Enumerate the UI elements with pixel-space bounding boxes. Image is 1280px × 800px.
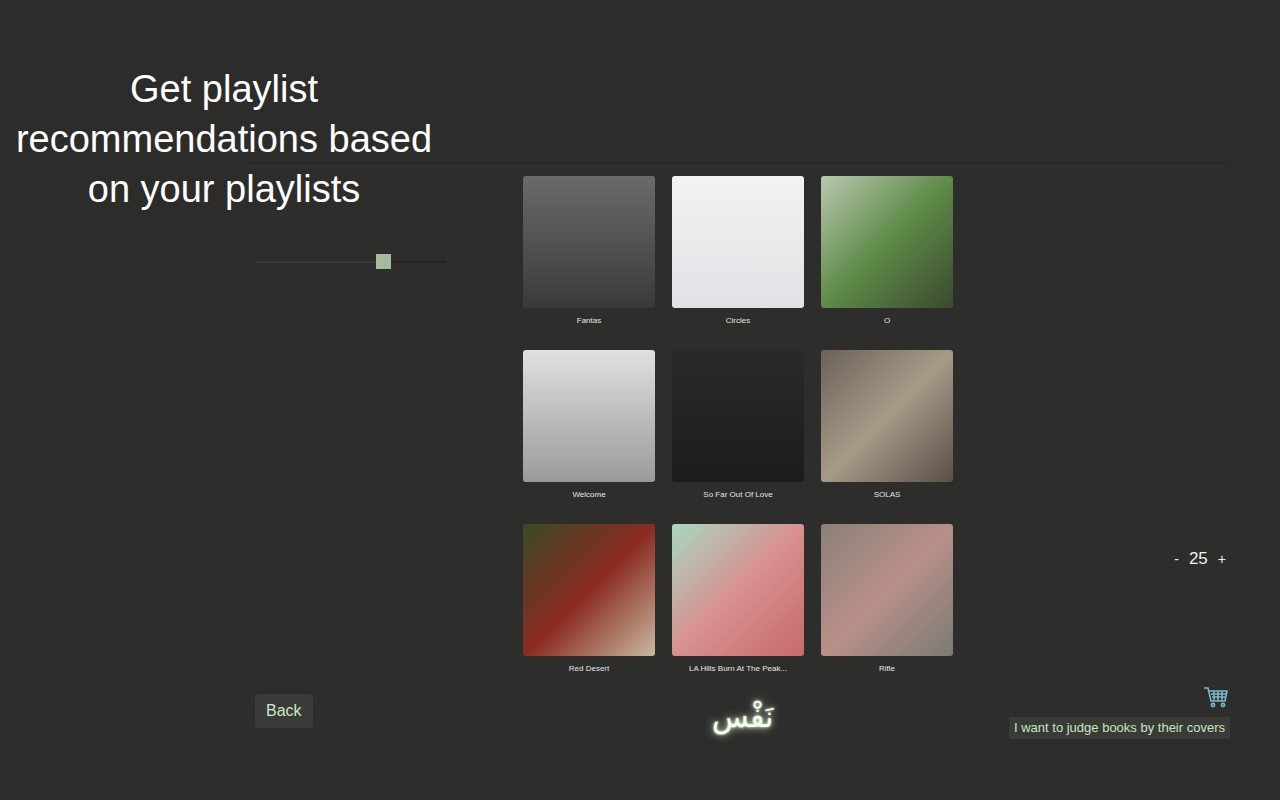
album-card[interactable]: Rifle [821, 524, 953, 676]
album-cover[interactable] [672, 176, 804, 308]
album-cover[interactable] [672, 524, 804, 656]
back-button[interactable]: Back [255, 694, 313, 728]
album-card[interactable]: Red Desert [523, 524, 655, 676]
logo: نَفْس [712, 695, 773, 739]
page-heading: Get playlist recommendations based on yo… [0, 64, 448, 214]
album-title: Circles [668, 314, 808, 328]
album-title: Red Desert [519, 662, 659, 676]
count-value: 25 [1189, 546, 1208, 572]
album-grid: FantasCirclesOWelcomeSo Far Out Of LoveS… [523, 164, 953, 676]
album-card[interactable]: Welcome [523, 350, 655, 502]
album-title: Welcome [519, 488, 659, 502]
count-stepper: -25 + [1174, 442, 1226, 676]
album-card[interactable]: Circles [672, 176, 804, 328]
cart-icon[interactable] [1203, 685, 1229, 709]
album-title: SOLAS [817, 488, 957, 502]
album-title: So Far Out Of Love [668, 488, 808, 502]
album-cover[interactable] [672, 350, 804, 482]
album-card[interactable]: SOLAS [821, 350, 953, 502]
album-card[interactable]: Fantas [523, 176, 655, 328]
album-title: Rifle [817, 662, 957, 676]
album-card[interactable]: So Far Out Of Love [672, 350, 804, 502]
album-cover[interactable] [821, 524, 953, 656]
album-title: LA Hills Burn At The Peak... [668, 662, 808, 676]
minus-button[interactable]: - [1174, 549, 1179, 570]
slider-track[interactable] [256, 261, 446, 263]
album-cover[interactable] [523, 524, 655, 656]
slider-fill [256, 261, 383, 263]
album-card[interactable]: LA Hills Burn At The Peak... [672, 524, 804, 676]
album-cover[interactable] [523, 176, 655, 308]
album-card[interactable]: O [821, 176, 953, 328]
album-cover[interactable] [821, 176, 953, 308]
cover-toggle[interactable]: I want to judge books by their covers [1009, 717, 1230, 739]
main-panel: FantasCirclesOWelcomeSo Far Out Of LoveS… [248, 163, 1230, 740]
plus-button[interactable]: + [1218, 549, 1226, 570]
slider-thumb[interactable] [376, 254, 391, 269]
album-title: Fantas [519, 314, 659, 328]
album-cover[interactable] [523, 350, 655, 482]
album-title: O [817, 314, 957, 328]
album-cover[interactable] [821, 350, 953, 482]
